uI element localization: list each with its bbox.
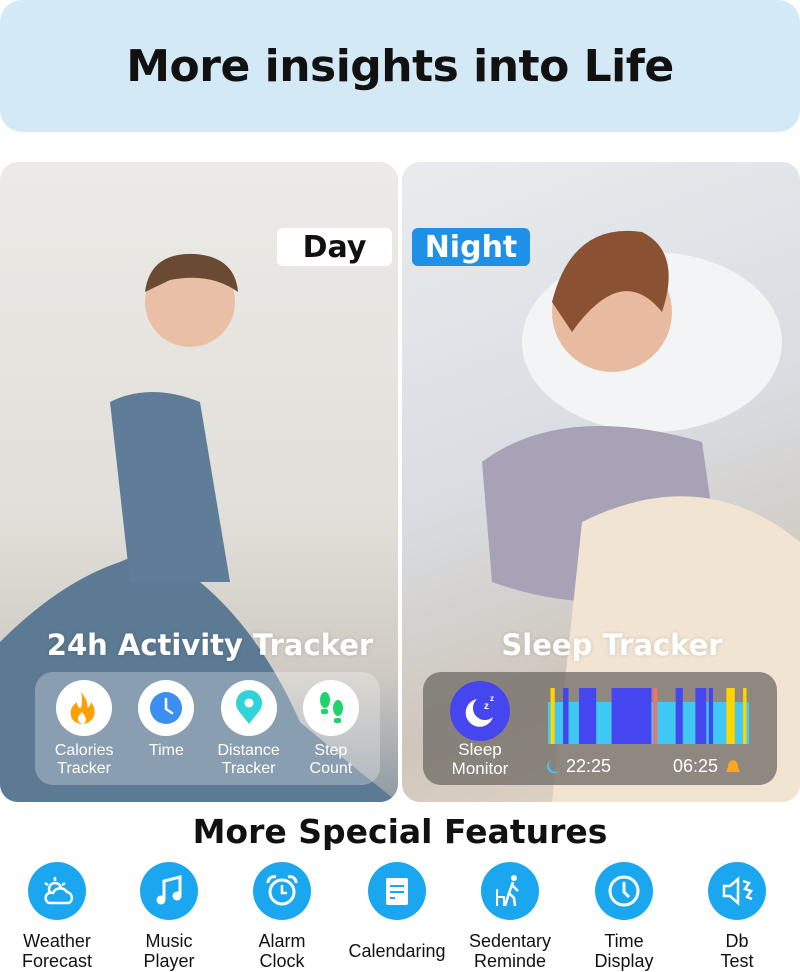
sleep-end-time: 06:25 <box>673 756 719 776</box>
calendar-icon <box>368 862 426 920</box>
activity-label-2: Tracker <box>57 760 111 777</box>
speaker-icon <box>708 862 766 920</box>
feature-calendaring: Calendaring <box>347 862 447 972</box>
sleep-segment-deep <box>695 688 707 744</box>
clock-icon <box>595 862 653 920</box>
sleep-moon-icon: zz <box>450 681 510 741</box>
alarm-clock-icon <box>253 862 311 920</box>
night-label: Night <box>412 228 530 266</box>
svg-text:z: z <box>490 694 494 703</box>
sedentary-icon <box>481 862 539 920</box>
feature-weather: Weather Forecast <box>7 862 107 972</box>
sleep-monitor-label-2: Monitor <box>451 759 509 778</box>
flame-icon <box>56 680 113 736</box>
sleep-segment-deep <box>675 688 683 744</box>
activity-item: Distance Tracker <box>209 678 289 779</box>
alarm-bell-icon <box>726 759 741 772</box>
activity-item: Calories Tracker <box>44 678 124 779</box>
feature-label-1: Music <box>145 931 193 951</box>
activity-card: Calories Tracker Time Distance Tracker Ste… <box>35 672 380 785</box>
page-title: More insights into Life <box>126 40 674 92</box>
header-banner: More insights into Life <box>0 0 800 132</box>
feature-sedentary: Sedentary Reminde <box>460 862 560 972</box>
footprints-icon <box>302 680 359 736</box>
feature-label-1: Sedentary <box>468 931 552 951</box>
sleep-start-time: 22:25 <box>566 756 612 776</box>
activity-item: Step Count <box>291 678 371 779</box>
sleep-card: zz Sleep Monitor 22:25 06:25 <box>423 672 777 785</box>
feature-label-2: Test <box>720 951 754 971</box>
sleep-segment-deep <box>611 688 652 744</box>
feature-label-2: Reminde <box>473 951 547 971</box>
activity-label-1: Distance <box>217 742 280 759</box>
feature-label-1: Weather <box>23 931 91 951</box>
activity-label-1: Time <box>148 742 184 759</box>
sleep-segment-awake <box>550 688 555 744</box>
activity-tracker-title: 24h Activity Tracker <box>46 628 374 662</box>
sleep-segment-deep <box>579 688 597 744</box>
feature-time: Time Display <box>574 862 674 972</box>
feature-label-1: Time <box>604 931 644 951</box>
feature-label-2: Player <box>143 951 195 971</box>
clock-icon <box>138 680 195 736</box>
features-title: More Special Features <box>192 812 608 851</box>
sleep-tracker-title: Sleep Tracker <box>501 628 723 662</box>
sleep-segment-rem <box>653 688 658 744</box>
feature-label-1: Db <box>725 931 749 951</box>
location-pin-icon <box>220 680 277 736</box>
feature-alarm: Alarm Clock <box>232 862 332 972</box>
weather-icon <box>28 862 86 920</box>
sleep-segment-awake <box>726 688 735 744</box>
activity-label-1: Calories <box>54 742 114 759</box>
day-label: Day <box>277 228 392 266</box>
feature-label-1: Alarm <box>258 931 306 951</box>
feature-music: Music Player <box>119 862 219 972</box>
sleep-segment-awake <box>743 688 747 744</box>
sleep-segment-deep <box>563 688 569 744</box>
feature-label-2: Forecast <box>21 951 93 971</box>
feature-label-1: Calendaring <box>348 941 446 961</box>
activity-label-2: Tracker <box>221 760 276 777</box>
sleep-monitor-label-1: Sleep <box>458 740 502 759</box>
svg-text:z: z <box>484 701 489 712</box>
activity-label-2: Count <box>309 760 353 777</box>
music-note-icon <box>140 862 198 920</box>
moon-icon <box>547 759 560 773</box>
activity-item: Time <box>126 678 206 779</box>
sleep-segment-deep <box>708 688 713 744</box>
feature-label-2: Display <box>594 951 654 971</box>
activity-label-1: Step <box>314 742 348 759</box>
sleep-stage-chart <box>548 688 749 744</box>
feature-db: Db Test <box>687 862 787 972</box>
feature-label-2: Clock <box>259 951 305 971</box>
